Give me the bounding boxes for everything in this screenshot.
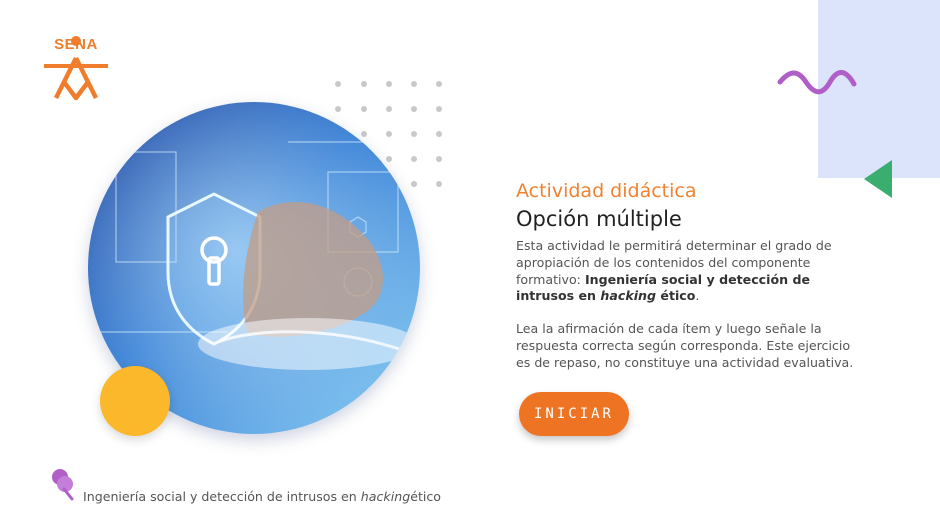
activity-title: Actividad didáctica (516, 180, 697, 202)
activity-description: Esta actividad le permitirá determinar e… (516, 238, 832, 304)
sena-logo: SENA (40, 36, 112, 102)
pushpin-icon (52, 469, 74, 501)
footer-course-title: Ingeniería social y detección de intruso… (83, 489, 442, 504)
triangle-decoration (864, 160, 892, 198)
yellow-circle-decoration (100, 366, 170, 436)
sena-logo-icon (44, 36, 108, 101)
squiggle-decoration (777, 70, 857, 95)
start-button[interactable]: INICIAR (519, 392, 629, 436)
activity-instructions: Lea la afirmación de cada ítem y luego s… (516, 321, 854, 370)
activity-subtitle: Opción múltiple (516, 207, 682, 231)
